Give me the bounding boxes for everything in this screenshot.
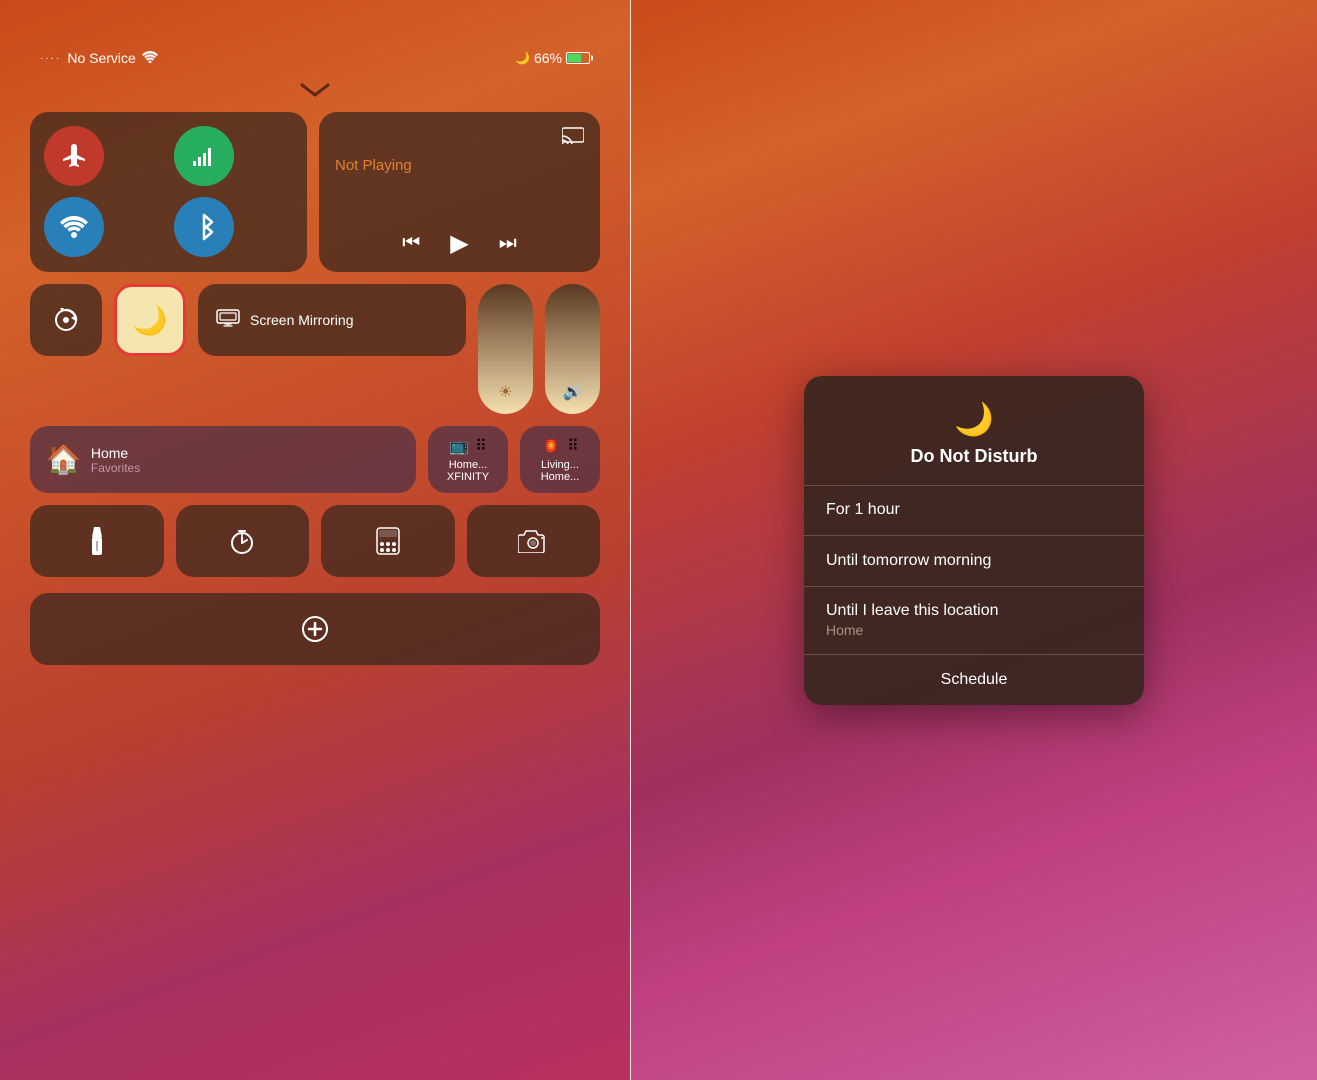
moon-status-icon: 🌙	[515, 51, 530, 65]
dnd-header: 🌙 Do Not Disturb	[804, 376, 1144, 485]
home-favorites-button[interactable]: 🏠 Home Favorites	[30, 426, 416, 493]
cellular-button[interactable]	[174, 126, 234, 186]
living-dots: ⠿	[567, 436, 579, 456]
dnd-moon-icon: 🌙	[954, 400, 994, 438]
camera-button[interactable]	[467, 505, 601, 577]
dnd-for-hour-option[interactable]: For 1 hour	[804, 485, 1144, 535]
status-bar: ···· No Service 🌙 66%	[30, 0, 600, 81]
signal-dots: ····	[40, 53, 61, 64]
timer-button[interactable]	[176, 505, 310, 577]
apps-row: 🏠 Home Favorites 📺 ⠿ Home...XFINITY 🏮 ⠿	[30, 426, 600, 493]
dnd-until-leave-label: Until I leave this location	[826, 602, 1122, 620]
second-row: 🌙 Screen Mirroring	[30, 284, 466, 356]
dnd-until-morning-label: Until tomorrow morning	[826, 552, 1122, 570]
apple-tv-icon: 📺	[449, 436, 469, 456]
living-home-label: Living...Home...	[541, 459, 580, 483]
apple-tv-icons: 📺 ⠿	[449, 436, 487, 456]
living-home-button[interactable]: 🏮 ⠿ Living...Home...	[520, 426, 600, 493]
battery-fill	[568, 54, 581, 62]
flashlight-button[interactable]	[30, 505, 164, 577]
living-home-icons: 🏮 ⠿	[541, 436, 579, 456]
screen-mirroring-button[interactable]: Screen Mirroring	[198, 284, 466, 356]
control-center-content: Not Playing ⏮ ▶ ⏭	[30, 112, 600, 665]
living-icon: 🏮	[541, 436, 561, 456]
dnd-title: Do Not Disturb	[911, 446, 1038, 467]
media-controls: ⏮ ▶ ⏭	[335, 219, 584, 258]
dnd-popup: 🌙 Do Not Disturb For 1 hour Until tomorr…	[804, 376, 1144, 705]
not-playing-text: Not Playing	[335, 157, 412, 174]
dnd-until-leave-option[interactable]: Until I leave this location Home	[804, 586, 1144, 654]
screen-mirroring-label: Screen Mirroring	[250, 312, 353, 328]
media-header	[335, 126, 584, 149]
battery-percentage: 66%	[534, 50, 562, 66]
volume-slider[interactable]: 🔊	[545, 284, 600, 414]
status-left: ···· No Service	[40, 50, 158, 66]
home-text: Home Favorites	[91, 445, 140, 475]
screen-mirror-icon	[216, 307, 240, 333]
media-not-playing: Not Playing	[335, 157, 584, 174]
home-title: Home	[91, 445, 140, 461]
dnd-schedule-button[interactable]: Schedule	[804, 655, 1144, 705]
apple-tv-button[interactable]: 📺 ⠿ Home...XFINITY	[428, 426, 508, 493]
apple-tv-dots: ⠿	[475, 436, 487, 456]
mid-left: 🌙 Screen Mirroring	[30, 284, 466, 414]
tools-row	[30, 505, 600, 577]
rotation-lock-button[interactable]	[30, 284, 102, 356]
left-panel: ···· No Service 🌙 66%	[0, 0, 630, 1080]
fast-forward-button[interactable]: ⏭	[499, 232, 517, 255]
do-not-disturb-button[interactable]: 🌙	[114, 284, 186, 356]
dnd-for-hour-label: For 1 hour	[826, 501, 1122, 519]
connectivity-block	[30, 112, 307, 272]
more-controls-button[interactable]	[30, 593, 600, 665]
wifi-status-icon	[142, 50, 158, 66]
airplane-mode-button[interactable]	[44, 126, 104, 186]
apple-tv-label: Home...XFINITY	[447, 459, 489, 483]
bluetooth-button[interactable]	[174, 197, 234, 257]
no-service-label: No Service	[67, 50, 135, 66]
dnd-location-label: Home	[826, 622, 1122, 638]
battery-icon	[566, 52, 590, 64]
mid-row: 🌙 Screen Mirroring	[30, 284, 600, 414]
status-right: 🌙 66%	[515, 50, 590, 66]
wifi-button[interactable]	[44, 197, 104, 257]
right-panel: 🌙 Do Not Disturb For 1 hour Until tomorr…	[631, 0, 1317, 1080]
dnd-schedule-label: Schedule	[941, 671, 1008, 688]
battery-icon-container	[566, 52, 590, 64]
rewind-button[interactable]: ⏮	[402, 232, 420, 255]
swipe-indicator	[300, 81, 330, 104]
home-subtitle: Favorites	[91, 461, 140, 475]
cast-icon[interactable]	[562, 126, 584, 149]
media-block: Not Playing ⏮ ▶ ⏭	[319, 112, 600, 272]
play-button[interactable]: ▶	[450, 229, 468, 258]
brightness-slider[interactable]: ☀	[478, 284, 533, 414]
top-row: Not Playing ⏮ ▶ ⏭	[30, 112, 600, 272]
home-icon: 🏠	[46, 443, 81, 476]
calculator-button[interactable]	[321, 505, 455, 577]
dnd-until-morning-option[interactable]: Until tomorrow morning	[804, 536, 1144, 586]
sliders-group: ☀ 🔊	[478, 284, 600, 414]
brightness-icon: ☀	[498, 382, 512, 402]
volume-icon: 🔊	[563, 382, 583, 402]
